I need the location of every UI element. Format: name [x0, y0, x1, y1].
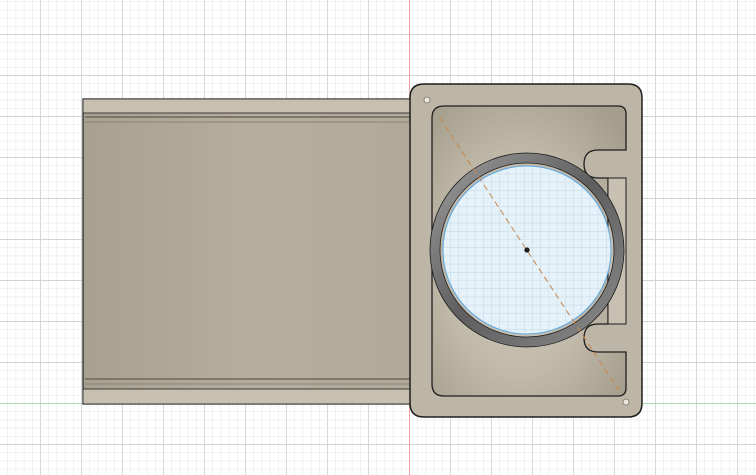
mounting-hole-top[interactable] [423, 96, 431, 104]
rectangular-channel[interactable] [82, 98, 429, 405]
channel-bottom-lip [82, 388, 429, 405]
cad-canvas[interactable] [0, 0, 756, 475]
cad-viewport[interactable] [0, 0, 756, 475]
mounting-hole-bottom[interactable] [622, 398, 630, 406]
center-point[interactable] [524, 247, 530, 253]
channel-top-lip [82, 98, 429, 114]
